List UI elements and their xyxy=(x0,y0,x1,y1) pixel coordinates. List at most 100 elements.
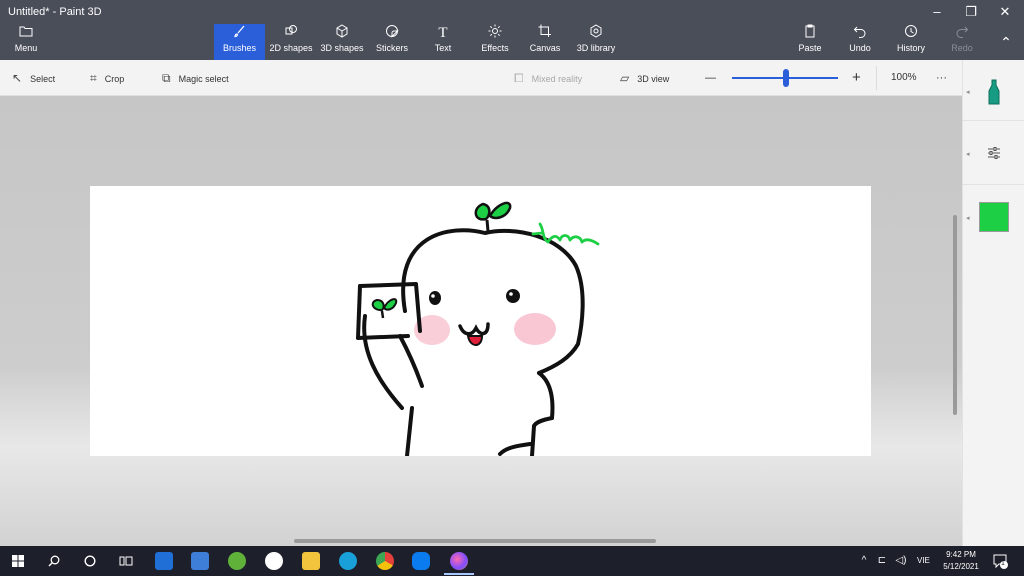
tab-brushes-label: Brushes xyxy=(222,43,257,53)
input-language[interactable]: VIE xyxy=(917,546,930,576)
zoom-out-button[interactable]: — xyxy=(705,60,716,96)
action-center-button[interactable]: 1 xyxy=(990,546,1010,576)
brush-icon xyxy=(214,24,265,42)
tab-3d-library[interactable]: 3D library xyxy=(573,24,619,60)
clock-date[interactable]: 5/12/2021 xyxy=(938,562,984,571)
tab-2d-shapes[interactable]: 2D shapes xyxy=(267,24,315,60)
sliders-icon xyxy=(988,147,1000,159)
mixed-reality-label: Mixed reality xyxy=(531,74,583,84)
file-explorer-icon[interactable] xyxy=(302,552,320,570)
mixed-reality-button[interactable]: ⧠ Mixed reality xyxy=(514,60,582,96)
mouth xyxy=(458,322,490,336)
drawing-canvas[interactable] xyxy=(90,186,871,458)
left-eye xyxy=(429,291,441,305)
adjust-settings-button[interactable] xyxy=(987,146,1001,165)
tab-3d-library-label: 3D library xyxy=(576,43,616,53)
tongue xyxy=(466,335,484,346)
crop-icon: ⌗ xyxy=(90,71,97,85)
tab-stickers[interactable]: Stickers xyxy=(370,24,414,60)
undo-label: Undo xyxy=(849,43,871,53)
minimize-button[interactable]: – xyxy=(922,2,952,22)
clock-time[interactable]: 9:42 PM xyxy=(938,550,984,559)
volume-icon[interactable]: ◁) xyxy=(892,546,910,576)
collapse-ribbon-button[interactable]: ⌃ xyxy=(992,30,1020,54)
history-button[interactable]: History xyxy=(890,24,932,60)
folder-icon xyxy=(4,24,48,42)
network-icon[interactable]: ⊏ xyxy=(874,546,890,576)
chevron-left-icon[interactable]: ◂ xyxy=(966,214,970,222)
right-eye xyxy=(506,289,520,303)
mixed-reality-icon: ⧠ xyxy=(514,71,524,85)
horizontal-scrollbar[interactable] xyxy=(294,539,656,543)
left-body-line xyxy=(405,406,414,458)
task-view-button[interactable] xyxy=(116,546,136,576)
maximize-button[interactable]: ❐ xyxy=(956,2,986,22)
tab-effects-label: Effects xyxy=(481,43,509,53)
search-button[interactable] xyxy=(44,546,64,576)
redo-button[interactable]: Redo xyxy=(942,24,982,60)
photos-app-icon[interactable] xyxy=(265,552,283,570)
unikey-app-icon[interactable] xyxy=(228,552,246,570)
menu-button[interactable]: Menu xyxy=(4,24,48,60)
tab-text[interactable]: T Text xyxy=(422,24,464,60)
tray-chevron-up-icon[interactable]: ^ xyxy=(857,546,871,576)
history-label: History xyxy=(896,43,925,53)
menu-label: Menu xyxy=(14,43,38,53)
zoom-in-button[interactable]: + xyxy=(852,60,861,96)
magic-select-icon: ⧉ xyxy=(162,71,171,85)
tab-canvas[interactable]: Canvas xyxy=(524,24,566,60)
right-eye-highlight xyxy=(509,292,513,296)
paint-3d-app-icon[interactable] xyxy=(450,552,468,570)
cortana-button[interactable] xyxy=(80,546,100,576)
left-eye-highlight xyxy=(431,294,435,298)
paste-button[interactable]: Paste xyxy=(790,24,830,60)
window-title: Untitled* - Paint 3D xyxy=(8,6,102,18)
title-ribbon-bar: Untitled* - Paint 3D – ❐ ✕ Menu Brushes … xyxy=(0,0,1024,60)
3d-view-button[interactable]: ▱ 3D view xyxy=(620,60,669,96)
zoom-slider-thumb[interactable] xyxy=(783,69,789,87)
undo-button[interactable]: Undo xyxy=(840,24,880,60)
store-app-icon[interactable] xyxy=(191,552,209,570)
tab-2d-shapes-label: 2D shapes xyxy=(269,43,313,53)
start-button[interactable] xyxy=(8,546,28,576)
select-label: Select xyxy=(30,74,56,84)
chevron-left-icon[interactable]: ◂ xyxy=(966,88,970,96)
sprout-right-leaf xyxy=(488,201,512,220)
cursor-icon: ↖ xyxy=(12,71,23,85)
tab-brushes[interactable]: Brushes xyxy=(214,24,265,60)
tab-canvas-label: Canvas xyxy=(529,43,561,53)
phone-sprout-left-leaf xyxy=(371,298,385,312)
chevron-left-icon[interactable]: ◂ xyxy=(966,150,970,158)
drawing xyxy=(356,201,600,458)
clipboard-icon xyxy=(790,24,830,42)
zalo-app-icon[interactable] xyxy=(412,552,430,570)
search-icon xyxy=(48,555,60,567)
left-cheek-blush xyxy=(514,313,556,345)
chrome-browser-icon[interactable] xyxy=(376,552,394,570)
tab-text-label: Text xyxy=(434,43,452,53)
right-hand-line xyxy=(532,416,554,428)
toolbar-divider xyxy=(876,66,877,90)
tab-3d-shapes[interactable]: 3D shapes xyxy=(318,24,366,60)
leg-line xyxy=(498,442,532,456)
vertical-scrollbar[interactable] xyxy=(953,215,957,415)
marker-tool-button[interactable] xyxy=(983,78,1005,111)
current-color-swatch[interactable] xyxy=(979,202,1009,232)
task-view-icon xyxy=(119,556,133,566)
green-scribble xyxy=(531,222,600,246)
tab-stickers-label: Stickers xyxy=(375,43,408,53)
edge-browser-icon[interactable] xyxy=(339,552,357,570)
side-panel: ◂ ◂ ◂ xyxy=(962,60,1024,546)
more-options-button[interactable]: ··· xyxy=(936,60,947,96)
close-button[interactable]: ✕ xyxy=(990,2,1020,22)
right-body-line xyxy=(530,424,536,458)
cortana-icon xyxy=(84,555,96,567)
tab-effects[interactable]: Effects xyxy=(474,24,516,60)
mail-app-icon[interactable] xyxy=(155,552,173,570)
zoom-level[interactable]: 100% xyxy=(891,60,917,96)
select-tool[interactable]: ↖ Select xyxy=(12,60,55,96)
paste-label: Paste xyxy=(798,43,822,53)
crop-tool[interactable]: ⌗ Crop xyxy=(90,60,124,96)
sun-icon xyxy=(474,24,516,42)
magic-select-tool[interactable]: ⧉ Magic select xyxy=(162,60,229,96)
